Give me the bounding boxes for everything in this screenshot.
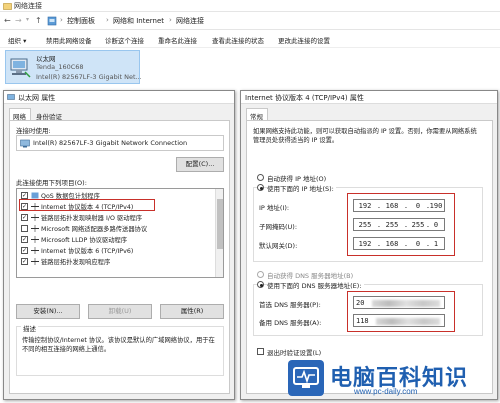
watermark: 电脑百科知识 www.pc-daily.com <box>288 356 498 401</box>
auto-dns-label: 自动获得 DNS 服务器地址(B) <box>267 272 354 280</box>
ip-address-label: IP 地址(I): <box>259 204 290 212</box>
back-button[interactable]: ← <box>4 16 11 25</box>
change-settings-button[interactable]: 更改此连接的设置 <box>278 35 330 45</box>
gateway-label: 默认网关(D): <box>259 242 298 250</box>
nic-name: Intel(R) 82567LF-3 Gigabit Network Conne… <box>33 139 188 147</box>
breadcrumb-network-connections[interactable]: 网络连接 <box>176 16 204 26</box>
view-status-button[interactable]: 查看此连接的状态 <box>212 35 264 45</box>
monitor-pulse-icon <box>293 367 319 388</box>
chevron-down-icon[interactable]: ▾ <box>26 16 29 23</box>
checkbox-lltd-responder[interactable]: ✓ <box>21 258 28 265</box>
item-label: 链路层拓扑发现映射器 I/O 驱动程序 <box>41 215 143 222</box>
service-icon <box>31 192 39 199</box>
description-group: 描述 传输控制协议/Internet 协议。该协议是默认的广域网络协议，用于在不… <box>16 323 224 376</box>
adapter-network: Tenda_160C68 <box>36 63 84 71</box>
address-bar: ← → ▾ ↑ › 控制面板 › 网络和 Internet › 网络连接 <box>0 12 500 30</box>
checkbox-lltd-mapper[interactable]: ✓ <box>21 214 28 221</box>
window-titlebar: 网络连接 <box>0 0 500 12</box>
nic-field: Intel(R) 82567LF-3 Gigabit Network Conne… <box>16 135 224 151</box>
dialog-title: Internet 协议版本 4 (TCP/IPv4) 属性 <box>245 94 364 102</box>
item-label: Microsoft 网络适配器多路传送器协议 <box>41 226 148 233</box>
ipv4-highlight-box <box>19 199 155 211</box>
protocol-icon <box>31 247 39 254</box>
preferred-dns-label: 首选 DNS 服务器(P): <box>259 301 321 309</box>
breadcrumb-control-panel[interactable]: 控制面板 <box>67 16 95 26</box>
intro-text: 如果网络支持此功能，则可以获取自动指派的 IP 设置。否则，你需要从网络系统管理… <box>253 128 477 144</box>
validate-checkbox[interactable] <box>257 348 264 355</box>
auto-ip-label: 自动获得 IP 地址(O) <box>267 175 327 183</box>
dns-settings-highlight-box <box>347 291 455 332</box>
properties-button[interactable]: 属性(R) <box>160 304 224 319</box>
organize-menu[interactable]: 组织 ▾ <box>8 35 26 45</box>
list-scrollbar[interactable] <box>215 189 223 277</box>
manual-ip-label: 使用下面的 IP 地址(S): <box>267 183 336 193</box>
ethernet-icon <box>7 94 15 100</box>
adapter-device: Intel(R) 82567LF-3 Gigabit Net... <box>36 73 142 81</box>
checkbox-lldp[interactable]: ✓ <box>21 236 28 243</box>
breadcrumb-network-internet[interactable]: 网络和 Internet <box>113 16 164 26</box>
dialog-title: 以太网 属性 <box>18 94 56 102</box>
window-title: 网络连接 <box>14 2 42 10</box>
adapter-name: 以太网 <box>36 55 56 63</box>
auto-ip-radio[interactable] <box>257 174 264 181</box>
ethernet-properties-dialog: 以太网 属性 网络 身份验证 连接时使用: Intel(R) 82567LF-3… <box>3 90 235 400</box>
ethernet-adapter-tile[interactable]: 以太网 Tenda_160C68 Intel(R) 82567LF-3 Giga… <box>5 50 142 84</box>
network-folder-icon <box>3 3 12 10</box>
configure-button[interactable]: 配置(C)... <box>176 157 224 172</box>
item-label: Internet 协议版本 6 (TCP/IPv6) <box>41 248 134 255</box>
install-button[interactable]: 安装(N)... <box>16 304 80 319</box>
item-label: 链路层拓扑发现响应程序 <box>41 259 111 266</box>
watermark-logo <box>288 360 324 396</box>
manual-ip-radio[interactable] <box>257 184 264 191</box>
network-adapter-icon <box>20 139 30 148</box>
forward-button[interactable]: → <box>15 16 22 25</box>
network-tab-panel: 连接时使用: Intel(R) 82567LF-3 Gigabit Networ… <box>9 120 230 394</box>
diagnose-button[interactable]: 诊断这个连接 <box>105 35 144 45</box>
subnet-mask-label: 子网掩码(U): <box>259 223 298 231</box>
auto-dns-radio[interactable] <box>257 271 264 278</box>
checkbox-multiplexor[interactable] <box>21 225 28 232</box>
alternate-dns-label: 备用 DNS 服务器(A): <box>259 319 322 327</box>
dialog-titlebar: 以太网 属性 <box>4 91 234 104</box>
manual-dns-label: 使用下面的 DNS 服务器地址(E): <box>267 280 364 290</box>
item-label: Microsoft LLDP 协议驱动程序 <box>41 237 128 244</box>
ethernet-adapter-icon <box>10 58 31 78</box>
breadcrumb-separator: › <box>106 16 109 24</box>
description-label: 描述 <box>21 323 38 333</box>
breadcrumb-separator: › <box>169 16 172 24</box>
description-text: 传输控制协议/Internet 协议。该协议是默认的广域网络协议，用于在不同的相… <box>22 337 215 353</box>
ipv4-properties-dialog: Internet 协议版本 4 (TCP/IPv4) 属性 常规 如果网络支持此… <box>240 90 498 400</box>
protocol-icon <box>31 225 39 232</box>
checkbox-ipv6[interactable]: ✓ <box>21 247 28 254</box>
uninstall-button[interactable]: 卸载(U) <box>88 304 152 319</box>
watermark-url: www.pc-daily.com <box>354 387 418 396</box>
list-item[interactable]: ✓ 链路层拓扑发现映射器 I/O 驱动程序 <box>21 212 211 223</box>
checkbox-qos[interactable]: ✓ <box>21 192 28 199</box>
up-button[interactable]: ↑ <box>35 16 42 25</box>
dialog-titlebar: Internet 协议版本 4 (TCP/IPv4) 属性 <box>241 91 497 104</box>
protocol-icon <box>31 214 39 221</box>
ip-settings-highlight-box <box>347 193 455 256</box>
protocol-icon <box>31 236 39 243</box>
command-bar: 组织 ▾ 禁用此网络设备 诊断这个连接 重命名此连接 查看此连接的状态 更改此连… <box>0 30 500 48</box>
list-item[interactable]: ✓ Microsoft LLDP 协议驱动程序 <box>21 234 211 245</box>
general-tab-panel: 如果网络支持此功能，则可以获取自动指派的 IP 设置。否则，你需要从网络系统管理… <box>246 120 493 394</box>
protocol-icon <box>31 258 39 265</box>
connect-using-label: 连接时使用: <box>16 127 51 135</box>
list-item[interactable]: ✓ 链路层拓扑发现响应程序 <box>21 256 211 267</box>
list-item[interactable]: Microsoft 网络适配器多路传送器协议 <box>21 223 211 234</box>
manual-dns-radio[interactable] <box>257 281 264 288</box>
items-label: 此连接使用下列项目(O): <box>16 179 87 187</box>
control-panel-icon <box>47 16 57 26</box>
breadcrumb-separator: › <box>60 16 63 24</box>
disable-device-button[interactable]: 禁用此网络设备 <box>46 35 92 45</box>
rename-button[interactable]: 重命名此连接 <box>158 35 197 45</box>
scrollbar-thumb[interactable] <box>217 199 223 249</box>
list-item[interactable]: ✓ Internet 协议版本 6 (TCP/IPv6) <box>21 245 211 256</box>
